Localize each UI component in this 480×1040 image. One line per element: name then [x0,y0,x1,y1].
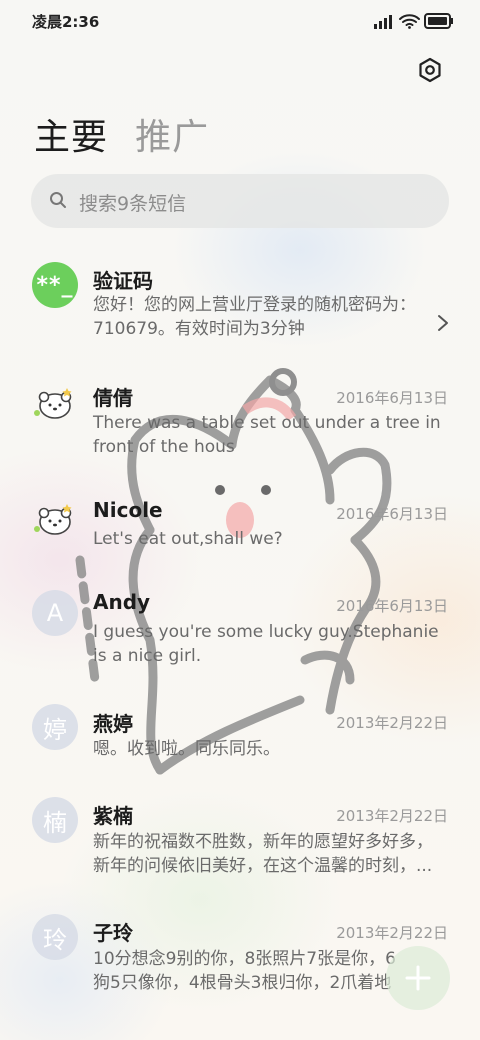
search-bar[interactable]: 搜索9条短信 [31,174,449,228]
avatar-letter: A [32,590,78,636]
conversation-date: 2013年2月22日 [336,714,448,732]
conversation-name: Andy [93,590,151,614]
conversation-name: 验证码 [93,269,153,293]
avatar-bear [32,380,78,426]
plus-icon [405,965,431,991]
conversation-item[interactable]: 倩倩 2016年6月13日 There was a table set out … [0,378,480,478]
wifi-icon [399,14,420,29]
status-time: 凌晨2:36 [32,13,100,31]
conversation-name: 燕婷 [93,712,133,736]
avatar-letter: 玲 [32,914,78,960]
conversation-name: Nicole [93,498,163,522]
conversation-preview: 嗯。收到啦。同乐同乐。 [93,739,280,759]
conversation-preview: 新年的祝福数不胜数，新年的愿望好多好多， 新年的问候依旧美好，在这个温馨的时刻，… [93,832,433,876]
conversation-name: 子玲 [93,921,133,945]
conversation-preview: There was a table set out under a tree i… [93,413,441,457]
avatar-bear [32,496,78,542]
conversation-item[interactable]: Nicole 2016年6月13日 Let's eat out,shall we… [0,494,480,574]
conversation-date: 2016年6月13日 [336,597,448,615]
conversation-date: 2016年6月13日 [336,505,448,523]
tab-bar: 主要 推广 [34,108,231,160]
conversation-item[interactable]: 楠 紫楠 2013年2月22日 新年的祝福数不胜数，新年的愿望好多好多， 新年的… [0,797,480,897]
settings-button[interactable] [414,54,446,86]
conversation-preview: I guess you're some lucky guy.Stephanie … [93,622,439,666]
bear-avatar-icon [34,504,72,535]
conversation-date: 2013年2月22日 [336,807,448,825]
tab-main[interactable]: 主要 [34,117,108,158]
conversation-item-verification[interactable]: **_ 验证码 您好！您的网上营业厅登录的随机密码为： 710679。有效时间为… [0,260,480,360]
status-icons [374,12,454,34]
conversation-preview: Let's eat out,shall we? [93,529,283,549]
status-bar: 凌晨2:36 [0,0,480,42]
hexagon-gear-icon [419,57,441,83]
battery-icon [424,13,453,29]
signal-icon [374,15,392,29]
conversation-name: 紫楠 [93,804,133,828]
avatar-letter: 婷 [32,704,78,750]
conversation-item[interactable]: A Andy 2016年6月13日 I guess you're some lu… [0,590,480,690]
search-icon [50,192,66,208]
conversation-date: 2013年2月22日 [336,924,448,942]
avatar-code: **_ [32,262,78,308]
search-placeholder: 搜索9条短信 [79,193,187,215]
conversation-preview: 您好！您的网上营业厅登录的随机密码为： 710679。有效时间为3分钟 [93,295,416,339]
chevron-right-icon[interactable] [436,314,450,332]
conversation-item[interactable]: 婷 燕婷 2013年2月22日 嗯。收到啦。同乐同乐。 [0,704,480,784]
avatar-letter: 楠 [32,797,78,843]
compose-button[interactable] [386,946,450,1010]
conversation-date: 2016年6月13日 [336,389,448,407]
conversation-name: 倩倩 [93,386,133,410]
tab-promotions[interactable]: 推广 [135,117,209,158]
bear-avatar-icon [34,388,72,419]
